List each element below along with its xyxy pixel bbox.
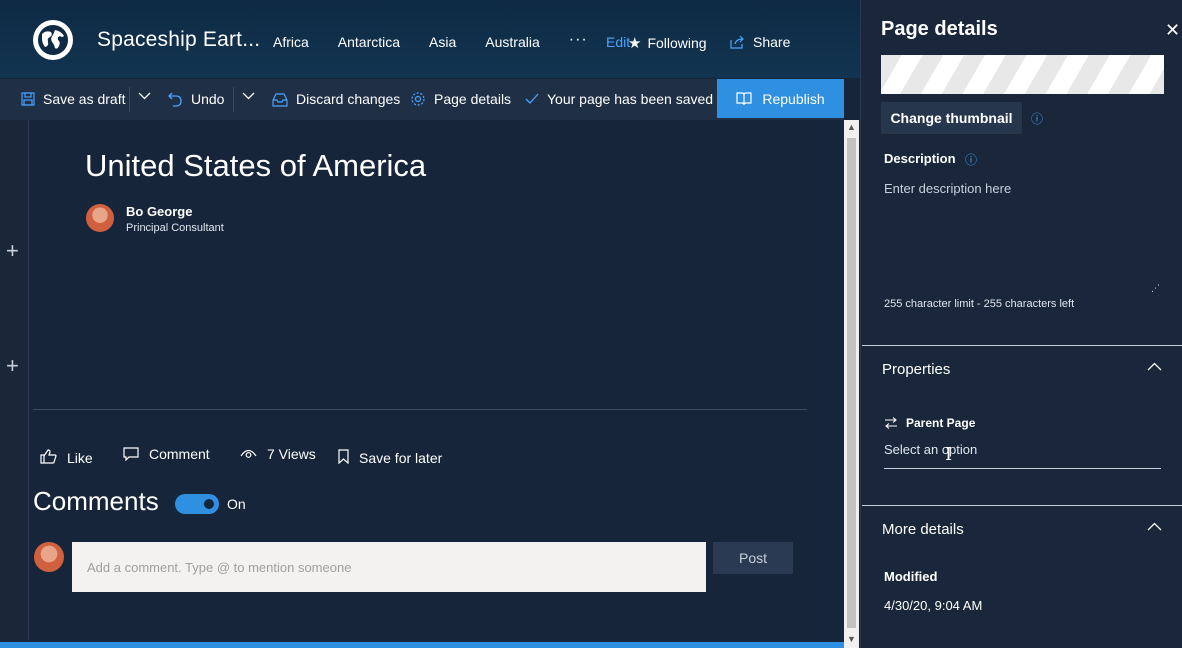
thumbnail-info-icon[interactable]: ⓘ <box>1031 110 1043 127</box>
modified-value: 4/30/20, 9:04 AM <box>884 598 983 613</box>
following-button[interactable]: ★ Following <box>628 34 707 52</box>
change-thumbnail-button[interactable]: Change thumbnail <box>881 102 1022 134</box>
save-status-text: Your page has been saved <box>547 91 714 107</box>
undo-options-chevron-down-icon[interactable] <box>242 91 255 101</box>
resize-grip-icon[interactable]: ⋰ <box>1151 283 1160 294</box>
add-section-plus-icon[interactable]: + <box>6 238 19 264</box>
comments-heading: Comments <box>33 486 159 516</box>
site-title[interactable]: Spaceship Eart... <box>97 28 260 52</box>
page-thumbnail <box>881 55 1164 94</box>
save-for-later-label: Save for later <box>359 450 443 466</box>
description-info-icon[interactable]: ⓘ <box>965 151 977 168</box>
thumbs-up-icon <box>40 448 57 464</box>
gutter-divider <box>28 120 29 640</box>
checkmark-icon <box>525 93 539 104</box>
page-details-button[interactable]: Page details <box>410 91 511 107</box>
content-divider <box>33 409 807 410</box>
undo-label: Undo <box>191 91 225 107</box>
nav-item-antarctica[interactable]: Antarctica <box>338 34 400 50</box>
parent-page-select[interactable]: Select an option <box>884 442 1161 469</box>
bottom-accent-strip <box>0 642 844 648</box>
author-avatar <box>86 204 114 232</box>
views-label: 7 Views <box>267 446 316 462</box>
discard-icon <box>272 92 288 107</box>
author-role: Principal Consultant <box>126 222 224 234</box>
comments-toggle-label: On <box>227 496 246 512</box>
comment-input[interactable] <box>72 542 706 592</box>
like-label: Like <box>67 450 93 466</box>
modified-label: Modified <box>884 569 938 584</box>
parent-page-label: Parent Page <box>884 416 975 430</box>
suite-header: Spaceship Eart... Africa Antarctica Asia… <box>0 0 860 78</box>
undo-button[interactable]: Undo <box>168 91 224 107</box>
star-icon: ★ <box>628 35 642 52</box>
bookmark-icon <box>338 448 349 464</box>
nav-more-button[interactable]: ··· <box>569 31 588 50</box>
parent-page-label-text: Parent Page <box>906 416 976 430</box>
undo-icon <box>168 92 182 107</box>
chevron-up-icon[interactable] <box>1147 518 1162 534</box>
republish-button[interactable]: Republish <box>717 79 844 118</box>
save-options-chevron-down-icon[interactable] <box>138 91 151 101</box>
section-divider <box>862 345 1182 346</box>
views-count: 7 Views <box>240 446 316 462</box>
add-section-plus-icon[interactable]: + <box>6 353 19 379</box>
save-icon <box>21 92 35 106</box>
description-label: Description <box>884 151 956 166</box>
comments-toggle[interactable] <box>175 494 219 514</box>
save-as-draft-button[interactable]: Save as draft <box>21 91 126 107</box>
discard-changes-button[interactable]: Discard changes <box>272 91 400 107</box>
comment-icon <box>123 447 139 461</box>
close-icon[interactable]: ✕ <box>1165 20 1180 41</box>
book-icon <box>736 91 752 105</box>
left-gutter <box>0 120 28 640</box>
comment-button[interactable]: Comment <box>123 446 210 462</box>
save-status: Your page has been saved <box>525 91 713 107</box>
comment-label: Comment <box>149 446 210 462</box>
share-button[interactable]: Share <box>730 34 790 50</box>
section-divider <box>862 505 1182 506</box>
character-limit-text: 255 character limit - 255 characters lef… <box>884 298 1075 310</box>
text-cursor-icon: I <box>945 444 953 465</box>
nav-item-africa[interactable]: Africa <box>273 34 309 50</box>
separator <box>233 87 234 112</box>
republish-label: Republish <box>762 90 825 107</box>
site-logo-globe-icon[interactable] <box>33 20 73 60</box>
toggle-knob <box>204 499 214 509</box>
share-icon <box>730 35 744 49</box>
page-title[interactable]: United States of America <box>85 148 426 184</box>
edit-link[interactable]: Edit <box>606 34 630 50</box>
save-as-draft-label: Save as draft <box>43 91 126 107</box>
save-for-later-button[interactable]: Save for later <box>338 446 442 466</box>
chevron-up-icon[interactable] <box>1147 358 1162 374</box>
description-textarea[interactable] <box>881 174 1164 294</box>
canvas-scrollbar[interactable]: ▲ ▼ <box>844 120 859 648</box>
author-name[interactable]: Bo George <box>126 204 192 219</box>
command-bar: Save as draft Undo Discard changes Page … <box>0 79 844 120</box>
gear-icon <box>411 92 425 106</box>
following-label: Following <box>647 35 707 51</box>
panel-title: Page details <box>881 18 998 40</box>
eye-icon <box>240 449 257 458</box>
swap-arrows-icon <box>885 417 897 429</box>
discard-changes-label: Discard changes <box>296 91 401 107</box>
nav-item-australia[interactable]: Australia <box>485 34 539 50</box>
page-details-label: Page details <box>434 91 512 107</box>
like-button[interactable]: Like <box>40 446 93 466</box>
share-label: Share <box>753 34 791 50</box>
current-user-avatar <box>34 542 64 572</box>
nav-item-asia[interactable]: Asia <box>429 34 456 50</box>
scroll-thumb[interactable] <box>847 138 856 628</box>
scroll-down-arrow-icon[interactable]: ▼ <box>847 634 856 644</box>
post-button[interactable]: Post <box>713 542 793 574</box>
separator <box>129 87 130 112</box>
scroll-up-arrow-icon[interactable]: ▲ <box>847 122 856 132</box>
top-navigation: Africa Antarctica Asia Australia ··· <box>273 31 617 50</box>
more-details-heading[interactable]: More details <box>882 521 964 538</box>
page-details-panel: Page details ✕ Change thumbnail ⓘ Descri… <box>860 0 1182 648</box>
properties-heading[interactable]: Properties <box>882 361 950 378</box>
